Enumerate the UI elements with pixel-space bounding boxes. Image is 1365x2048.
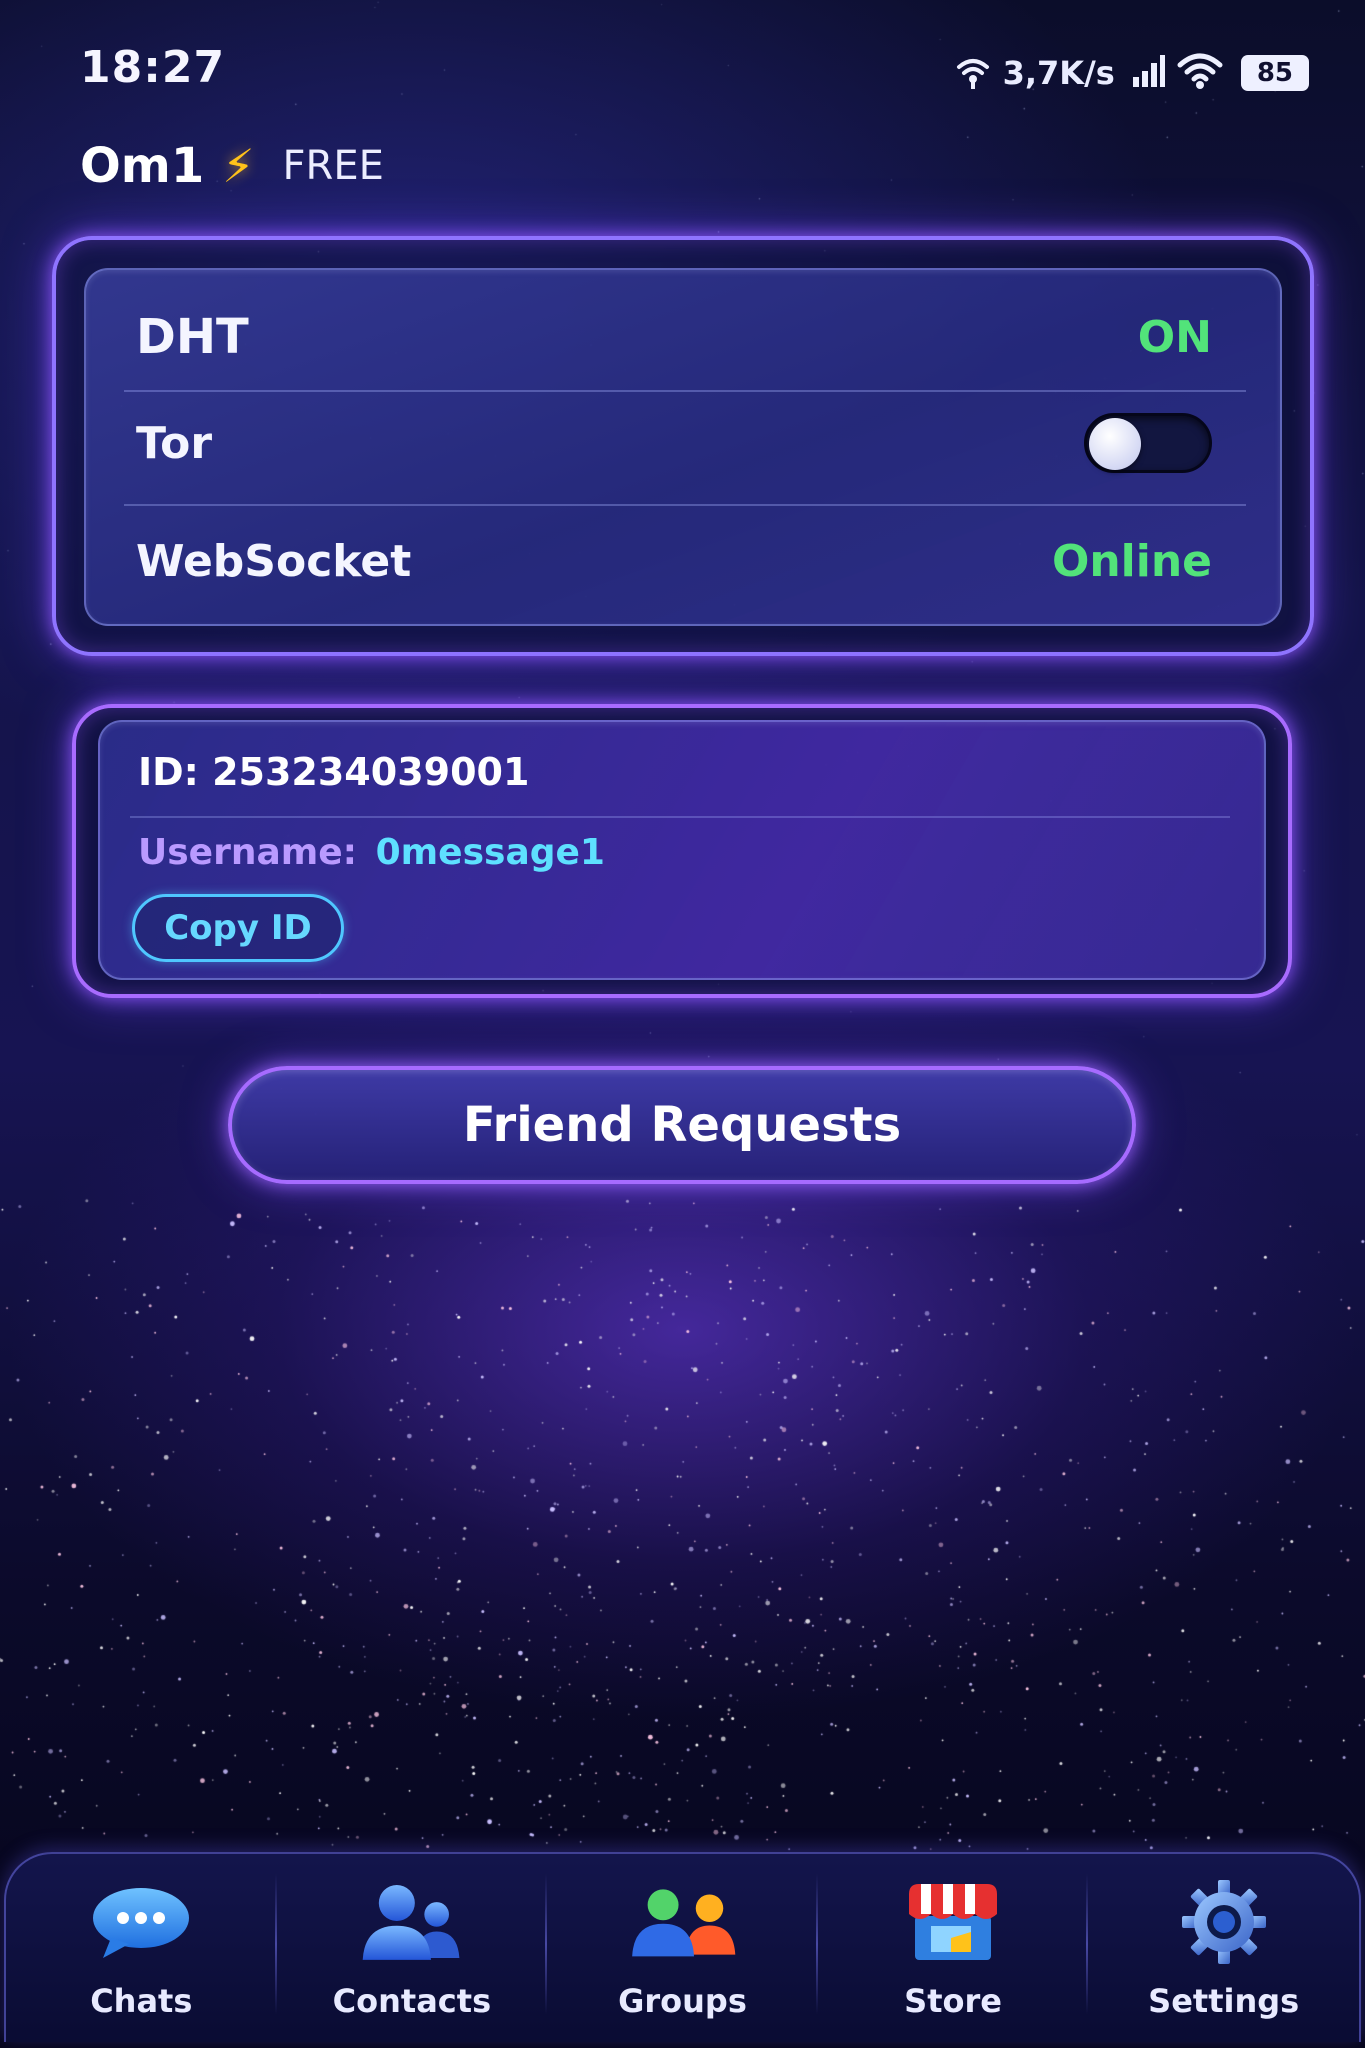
chat-bubble-icon	[86, 1876, 196, 1968]
gear-icon	[1169, 1876, 1279, 1968]
dht-label: DHT	[136, 309, 249, 365]
status-bar: 18:27 3,7K/s 85	[0, 0, 1365, 140]
user-id: ID: 253234039001	[138, 750, 530, 794]
nav-label: Settings	[1148, 1982, 1300, 2020]
websocket-label: WebSocket	[136, 535, 412, 587]
plan-label: FREE	[282, 143, 384, 189]
tor-row: Tor	[86, 398, 1280, 488]
nav-chats[interactable]: Chats	[6, 1854, 277, 2042]
app-header: Om1 ⚡ FREE	[80, 136, 384, 196]
copy-id-button[interactable]: Copy ID	[132, 894, 344, 962]
network-status-card: DHT ON Tor WebSocket Online	[52, 236, 1314, 656]
hotspot-icon	[953, 51, 993, 95]
websocket-status: Online	[1051, 535, 1212, 587]
nav-label: Groups	[618, 1982, 747, 2020]
bottom-navigation: Chats Contacts Groups Store Settings	[4, 1852, 1361, 2042]
nav-settings[interactable]: Settings	[1088, 1854, 1359, 2042]
clock-time: 18:27	[80, 42, 226, 93]
contacts-icon	[357, 1876, 467, 1968]
websocket-row: WebSocket Online	[86, 516, 1280, 606]
nav-groups[interactable]: Groups	[547, 1854, 818, 2042]
tor-label: Tor	[136, 417, 213, 469]
cell-signal-icon	[1131, 53, 1167, 93]
friend-requests-button[interactable]: Friend Requests	[228, 1066, 1136, 1184]
network-status-panel: DHT ON Tor WebSocket Online	[84, 268, 1282, 626]
divider	[124, 504, 1246, 506]
store-icon	[898, 1876, 1008, 1968]
nav-label: Chats	[90, 1982, 193, 2020]
groups-icon	[627, 1876, 737, 1968]
nav-contacts[interactable]: Contacts	[277, 1854, 548, 2042]
divider	[130, 816, 1230, 818]
nav-store[interactable]: Store	[818, 1854, 1089, 2042]
dht-status: ON	[1137, 311, 1212, 363]
username-label: Username:	[138, 832, 358, 873]
identity-card: ID: 253234039001 Username: 0message1 Cop…	[72, 704, 1292, 998]
tor-toggle[interactable]	[1084, 413, 1212, 473]
nav-label: Contacts	[332, 1982, 492, 2020]
dht-row: DHT ON	[86, 292, 1280, 382]
toggle-knob	[1089, 418, 1141, 470]
lightning-bolt-icon: ⚡	[222, 139, 255, 193]
app-title: Om1	[80, 138, 205, 194]
network-speed: 3,7K/s	[1002, 54, 1115, 92]
username-row: Username: 0message1	[138, 832, 605, 873]
username-value: 0message1	[375, 832, 605, 873]
battery-indicator: 85	[1240, 55, 1309, 91]
divider	[124, 390, 1246, 392]
status-indicators: 3,7K/s 85	[953, 48, 1309, 98]
nav-label: Store	[904, 1982, 1002, 2020]
wifi-icon	[1177, 51, 1223, 95]
identity-panel: ID: 253234039001 Username: 0message1 Cop…	[98, 720, 1266, 980]
